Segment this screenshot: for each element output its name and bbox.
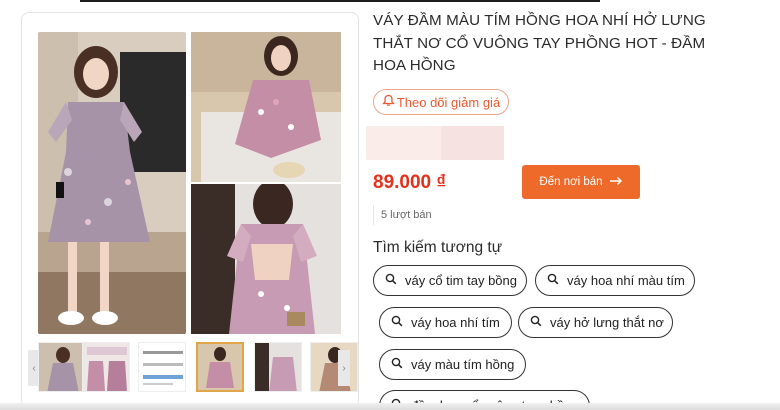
- similar-chip-label: váy hở lưng thắt nơ: [550, 315, 664, 330]
- similar-chip-label: váy cổ tim tay bồng: [405, 273, 517, 288]
- thumbnail-5[interactable]: [254, 342, 302, 392]
- bottom-edge-shadow: [0, 403, 780, 410]
- main-product-photo[interactable]: [38, 32, 186, 334]
- go-to-store-button[interactable]: Đến nơi bán: [522, 165, 640, 199]
- side-product-photo-bottom[interactable]: [191, 184, 341, 334]
- similar-search-heading: Tìm kiếm tương tự: [373, 239, 503, 256]
- similar-chip[interactable]: váy cổ tim tay bồng: [373, 265, 527, 296]
- search-icon: [547, 273, 559, 288]
- similar-chip[interactable]: váy hở lưng thắt nơ: [518, 307, 673, 338]
- bell-icon: [382, 94, 395, 110]
- go-to-store-label: Đến nơi bán: [539, 176, 603, 188]
- price-history-placeholder: [366, 126, 504, 160]
- similar-chip[interactable]: váy hoa nhí màu tím: [535, 265, 695, 296]
- search-icon: [391, 357, 403, 372]
- arrow-right-icon: [609, 176, 623, 189]
- thumbnail-2[interactable]: [82, 342, 130, 392]
- thumbnail-4-selected[interactable]: [196, 342, 244, 392]
- top-divider: [80, 0, 600, 2]
- thumbnail-6[interactable]: [310, 342, 358, 392]
- similar-chip[interactable]: váy màu tím hồng: [379, 349, 526, 380]
- chevron-right-icon: ›: [342, 362, 346, 374]
- search-icon: [530, 315, 542, 330]
- product-title: VÁY ĐẦM MÀU TÍM HỒNG HOA NHÍ HỞ LƯNG THẮ…: [373, 12, 706, 74]
- thumbnail-next-button[interactable]: ›: [338, 350, 350, 386]
- similar-chip-label: váy màu tím hồng: [411, 357, 515, 372]
- side-product-photo-top[interactable]: [191, 32, 341, 182]
- similar-chip[interactable]: váy hoa nhí tím: [379, 307, 512, 338]
- similar-chip-label: váy hoa nhí màu tím: [567, 273, 685, 288]
- search-icon: [385, 273, 397, 288]
- product-price: 89.000 ₫: [373, 172, 447, 193]
- follow-price-button[interactable]: Theo dõi giảm giá: [373, 89, 509, 115]
- thumbnail-1[interactable]: [38, 342, 86, 392]
- thumbnail-strip: ‹ ›: [28, 340, 358, 394]
- similar-chip-label: váy hoa nhí tím: [411, 315, 500, 330]
- chevron-left-icon: ‹: [32, 362, 36, 374]
- sold-count: 5 lượt bán: [373, 205, 432, 225]
- follow-price-label: Theo dõi giảm giá: [396, 94, 501, 110]
- thumbnail-3[interactable]: [138, 342, 186, 392]
- search-icon: [391, 315, 403, 330]
